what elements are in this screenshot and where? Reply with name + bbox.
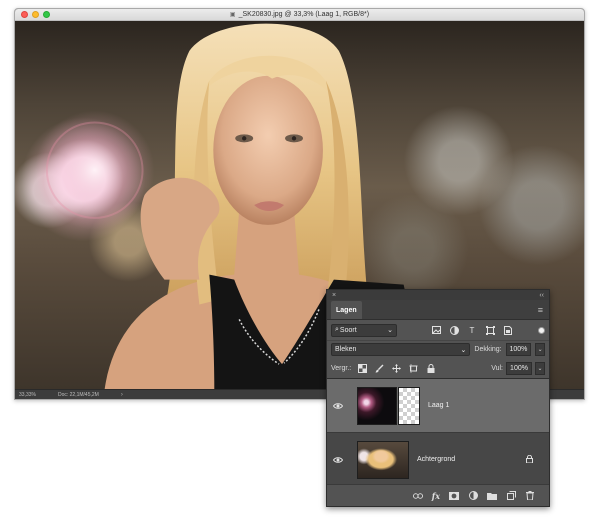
new-group-folder-icon[interactable] <box>487 491 497 501</box>
fill-label: Vul: <box>491 364 503 372</box>
delete-layer-trash-icon[interactable] <box>525 491 535 501</box>
new-adjustment-layer-icon[interactable] <box>468 491 478 501</box>
filter-type-layers-icon[interactable]: T <box>467 325 477 335</box>
filter-smart-objects-icon[interactable] <box>503 325 513 335</box>
panel-tab-row: Lagen ≡ <box>327 300 549 320</box>
layer-row-achtergrond[interactable]: Achtergrond <box>327 433 549 487</box>
document-size-info[interactable]: Doc: 22,1M/45,2M <box>58 392 99 398</box>
lock-icons <box>357 363 436 373</box>
layer-name[interactable]: Achtergrond <box>417 456 455 463</box>
filter-pixel-layers-icon[interactable] <box>431 325 441 335</box>
lock-label: Vergr.: <box>331 364 352 372</box>
filter-kind-label: Soort <box>339 326 357 334</box>
blend-mode-select[interactable]: Bleken ⌄ <box>331 343 471 356</box>
lock-icon[interactable] <box>526 454 533 465</box>
document-file-icon: ▣ <box>229 12 236 18</box>
blend-mode-value: Bleken <box>335 346 357 353</box>
lock-position-icon[interactable] <box>391 363 402 373</box>
zoom-level[interactable]: 33,33% <box>19 392 36 398</box>
window-controls <box>21 11 50 18</box>
eye-visibility-icon[interactable] <box>332 455 347 465</box>
layer-style-fx-icon[interactable]: fx <box>432 491 440 501</box>
lock-transparent-pixels-icon[interactable] <box>357 363 368 373</box>
filter-shape-layers-icon[interactable] <box>485 325 495 335</box>
layers-panel-footer: fx <box>327 484 549 506</box>
add-layer-mask-icon[interactable] <box>449 491 459 501</box>
opacity-field[interactable]: 100% <box>505 343 532 356</box>
opacity-label: Dekking: <box>474 346 502 353</box>
layers-list: Laag 1 Achtergrond <box>327 379 549 487</box>
close-window-button[interactable] <box>21 11 28 18</box>
fill-group: Vul: 100% ⌄ <box>491 361 545 375</box>
fill-field[interactable]: 100% <box>506 361 532 375</box>
layer-thumbnail[interactable] <box>357 440 409 479</box>
tab-layers[interactable]: Lagen <box>331 301 362 319</box>
document-titlebar[interactable]: ▣ _SK20830.jpg @ 33,3% (Laag 1, RGB/8*) <box>15 9 584 21</box>
link-layers-icon[interactable] <box>412 491 423 501</box>
status-chevron-icon[interactable]: › <box>121 392 123 398</box>
blend-mode-row: Bleken ⌄ Dekking: 100% ⌄ <box>327 340 549 358</box>
opacity-slider-chevron-icon[interactable]: ⌄ <box>535 343 545 356</box>
layer-row-laag-1[interactable]: Laag 1 <box>327 379 549 433</box>
lock-artboard-icon[interactable] <box>408 363 419 373</box>
panel-close-icon[interactable]: × <box>332 292 336 299</box>
filter-icons: T <box>431 325 513 335</box>
maximize-window-button[interactable] <box>43 11 50 18</box>
layer-mask-thumbnail[interactable] <box>398 386 420 425</box>
chevron-down-icon: ⌄ <box>387 327 393 334</box>
search-icon: ⌕ <box>335 326 339 333</box>
panel-menu-icon[interactable]: ≡ <box>538 305 549 319</box>
filter-adjustment-layers-icon[interactable] <box>449 325 459 335</box>
layer-name[interactable]: Laag 1 <box>428 402 449 409</box>
document-title: _SK20830.jpg @ 33,3% (Laag 1, RGB/8*) <box>238 11 370 18</box>
fill-slider-chevron-icon[interactable]: ⌄ <box>535 361 545 375</box>
layer-filter-row: ⌕ Soort ⌄ T <box>327 320 549 340</box>
eye-visibility-icon[interactable] <box>332 401 347 411</box>
layer-thumbnail[interactable] <box>357 386 397 425</box>
chevron-down-icon: ⌄ <box>460 346 467 354</box>
lock-all-icon[interactable] <box>425 363 436 373</box>
filter-toggle-switch[interactable] <box>538 326 545 334</box>
lock-row: Vergr.: Vul: 100% ⌄ <box>327 358 549 379</box>
minimize-window-button[interactable] <box>32 11 39 18</box>
panel-topbar[interactable]: × ‹‹ <box>327 290 549 300</box>
panel-collapse-icon[interactable]: ‹‹ <box>539 292 544 299</box>
new-layer-icon[interactable] <box>506 491 516 501</box>
lock-image-pixels-icon[interactable] <box>374 363 385 373</box>
document-title-group: ▣ _SK20830.jpg @ 33,3% (Laag 1, RGB/8*) <box>230 11 369 18</box>
filter-kind-select[interactable]: ⌕ Soort ⌄ <box>331 323 397 337</box>
layers-panel: × ‹‹ Lagen ≡ ⌕ Soort ⌄ T Bleken ⌄ Dekkin… <box>326 289 550 507</box>
